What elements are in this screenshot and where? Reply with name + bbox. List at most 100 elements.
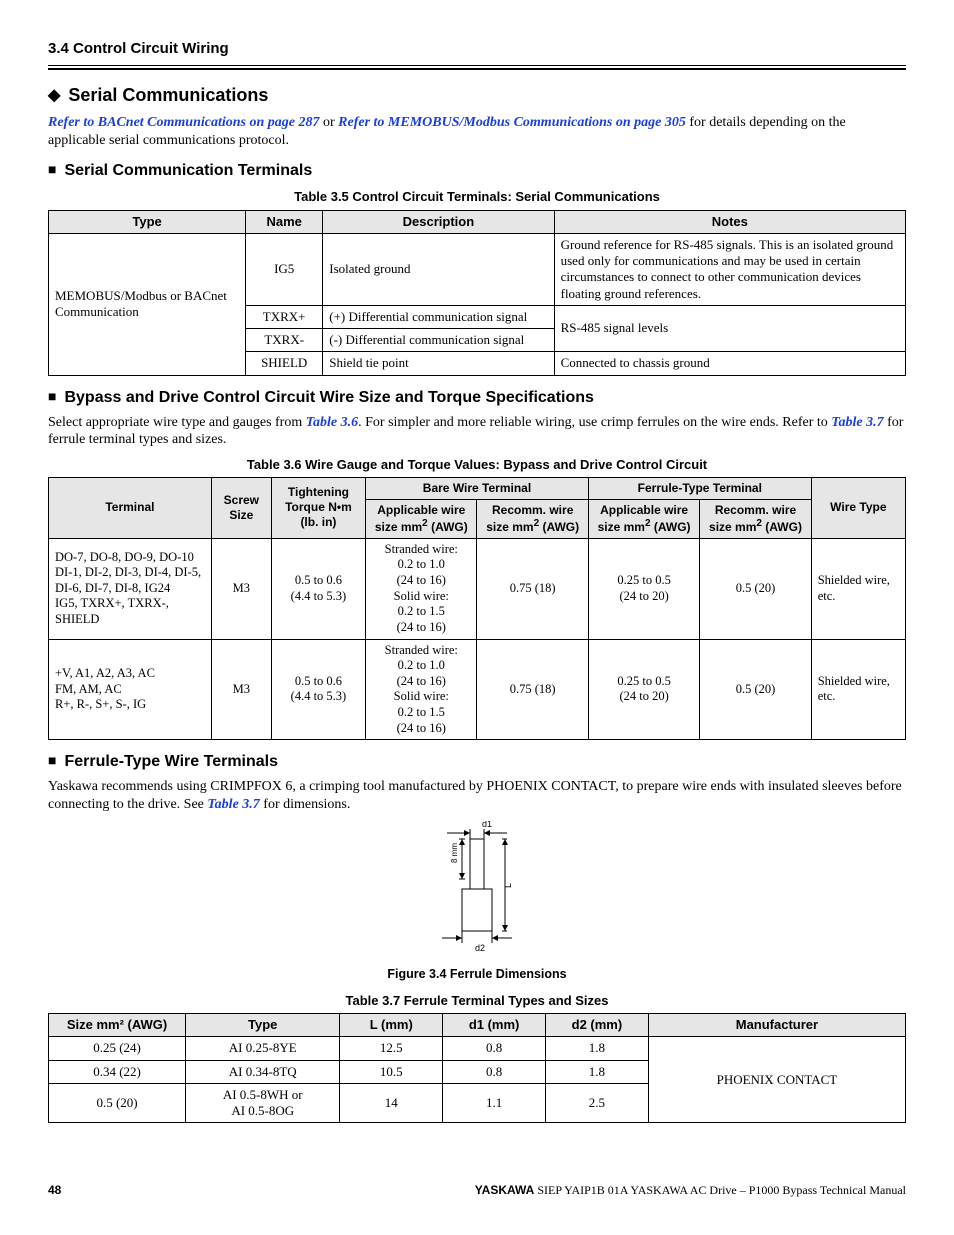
t35-type: MEMOBUS/Modbus or BACnet Communication xyxy=(49,233,246,375)
t37-r1-c0: 0.34 (22) xyxy=(49,1060,186,1083)
t37-r0-c4: 1.8 xyxy=(546,1037,649,1060)
heading-terminals: ■ Serial Communication Terminals xyxy=(48,161,906,181)
square-icon: ■ xyxy=(48,161,56,177)
ferrule-diagram: d1 d2 L 8 mm xyxy=(407,821,547,961)
t36-r1-barerec: 0.75 (18) xyxy=(477,639,588,740)
link-modbus[interactable]: Refer to MEMOBUS/Modbus Communications o… xyxy=(338,115,686,130)
t36-r0-term: DO-7, DO-8, DO-9, DO-10 DI-1, DI-2, DI-3… xyxy=(49,538,212,639)
section-header: 3.4 Control Circuit Wiring xyxy=(48,40,906,59)
t36-h-wiretype: Wire Type xyxy=(811,477,905,538)
t36-r0-bareapp: Stranded wire: 0.2 to 1.0 (24 to 16) Sol… xyxy=(366,538,477,639)
t35-r0-name: IG5 xyxy=(246,233,323,305)
t35-r2-desc: (-) Differential communication signal xyxy=(323,329,554,352)
p36b: . For simpler and more reliable wiring, … xyxy=(358,415,831,430)
link-bacnet[interactable]: Refer to BACnet Communications on page 2… xyxy=(48,115,319,130)
p36: Select appropriate wire type and gauges … xyxy=(48,414,906,449)
t37-h1: Type xyxy=(186,1014,340,1037)
intro-paragraph: Refer to BACnet Communications on page 2… xyxy=(48,114,906,149)
heading-ferrule: ■ Ferrule-Type Wire Terminals xyxy=(48,752,906,772)
t37-r2-c4: 2.5 xyxy=(546,1083,649,1123)
p37: Yaskawa recommends using CRIMPFOX 6, a c… xyxy=(48,778,906,813)
link-table36[interactable]: Table 3.6 xyxy=(306,415,358,430)
page-number: 48 xyxy=(48,1183,61,1198)
p37b: for dimensions. xyxy=(260,797,351,812)
t36-h-bare-rec: Recomm. wire size mm2 (AWG) xyxy=(477,499,588,538)
t37-r0-c3: 0.8 xyxy=(443,1037,546,1060)
h2c-text: Ferrule-Type Wire Terminals xyxy=(64,753,278,770)
p36a: Select appropriate wire type and gauges … xyxy=(48,415,306,430)
t36-r1-ferrapp: 0.25 to 0.5 (24 to 20) xyxy=(588,639,699,740)
t36-r0-screw: M3 xyxy=(211,538,271,639)
t36-r1-wt: Shielded wire, etc. xyxy=(811,639,905,740)
p37a: Yaskawa recommends using CRIMPFOX 6, a c… xyxy=(48,779,902,812)
t37-r2-c2: 14 xyxy=(340,1083,443,1123)
t36-h-torque: Tightening Torque N•m (lb. in) xyxy=(271,477,365,538)
t37-r1-c3: 0.8 xyxy=(443,1060,546,1083)
fig-d1-label: d1 xyxy=(482,821,492,829)
t35-h-type: Type xyxy=(49,210,246,233)
rule-thin xyxy=(48,65,906,66)
t37-r2-c1: AI 0.5-8WH or AI 0.5-8OG xyxy=(186,1083,340,1123)
table-row: +V, A1, A2, A3, AC FM, AM, AC R+, R-, S+… xyxy=(49,639,906,740)
t36-r0-torque: 0.5 to 0.6 (4.4 to 5.3) xyxy=(271,538,365,639)
t35-r3-desc: Shield tie point xyxy=(323,352,554,375)
table-37: Size mm² (AWG) Type L (mm) d1 (mm) d2 (m… xyxy=(48,1013,906,1123)
page-footer: 48 YASKAWA SIEP YAIP1B 01A YASKAWA AC Dr… xyxy=(48,1183,906,1198)
t35-r3-name: SHIELD xyxy=(246,352,323,375)
t35-r1-name: TXRX+ xyxy=(246,305,323,328)
t36-h-ferr-rec: Recomm. wire size mm2 (AWG) xyxy=(700,499,811,538)
t35-r0-notes: Ground reference for RS-485 signals. Thi… xyxy=(554,233,905,305)
diamond-icon: ◆ xyxy=(48,87,60,104)
h2a-text: Serial Communication Terminals xyxy=(64,162,312,179)
t35-r2-name: TXRX- xyxy=(246,329,323,352)
link-table37[interactable]: Table 3.7 xyxy=(831,415,883,430)
t36-h-ferr-app: Applicable wire size mm2 (AWG) xyxy=(588,499,699,538)
intro-mid: or xyxy=(319,115,338,130)
fig-d2-label: d2 xyxy=(475,943,485,953)
table-35: Type Name Description Notes MEMOBUS/Modb… xyxy=(48,210,906,376)
h1-text: Serial Communications xyxy=(68,85,268,105)
table-row: 0.25 (24) AI 0.25-8YE 12.5 0.8 1.8 PHOEN… xyxy=(49,1037,906,1060)
t36-r1-ferrrec: 0.5 (20) xyxy=(700,639,811,740)
rule-thick xyxy=(48,68,906,70)
t37-h5: Manufacturer xyxy=(648,1014,905,1037)
t37-r1-c2: 10.5 xyxy=(340,1060,443,1083)
t36-h-ferr: Ferrule-Type Terminal xyxy=(588,477,811,499)
t35-r1-desc: (+) Differential communication signal xyxy=(323,305,554,328)
t37-r2-c3: 1.1 xyxy=(443,1083,546,1123)
t37-manufacturer: PHOENIX CONTACT xyxy=(648,1037,905,1123)
footer-doc: YASKAWA SIEP YAIP1B 01A YASKAWA AC Drive… xyxy=(475,1183,906,1198)
t36-h-bare-app: Applicable wire size mm2 (AWG) xyxy=(366,499,477,538)
heading-wire-size: ■Bypass and Drive Control Circuit Wire S… xyxy=(48,388,906,408)
table-row: DO-7, DO-8, DO-9, DO-10 DI-1, DI-2, DI-3… xyxy=(49,538,906,639)
t36-r1-torque: 0.5 to 0.6 (4.4 to 5.3) xyxy=(271,639,365,740)
t37-r2-c0: 0.5 (20) xyxy=(49,1083,186,1123)
table37-caption: Table 3.7 Ferrule Terminal Types and Siz… xyxy=(48,993,906,1009)
t37-h3: d1 (mm) xyxy=(443,1014,546,1037)
t35-r1-notes: RS-485 signal levels xyxy=(554,305,905,352)
t35-h-desc: Description xyxy=(323,210,554,233)
t37-r1-c1: AI 0.34-8TQ xyxy=(186,1060,340,1083)
heading-serial-comm: ◆ Serial Communications xyxy=(48,84,906,107)
t37-r1-c4: 1.8 xyxy=(546,1060,649,1083)
t36-r1-bareapp: Stranded wire: 0.2 to 1.0 (24 to 16) Sol… xyxy=(366,639,477,740)
fig34-caption: Figure 3.4 Ferrule Dimensions xyxy=(48,967,906,983)
t35-r3-notes: Connected to chassis ground xyxy=(554,352,905,375)
table35-caption: Table 3.5 Control Circuit Terminals: Ser… xyxy=(48,189,906,205)
t37-r0-c2: 12.5 xyxy=(340,1037,443,1060)
t36-h-terminal: Terminal xyxy=(49,477,212,538)
table36-caption: Table 3.6 Wire Gauge and Torque Values: … xyxy=(48,457,906,473)
t35-h-name: Name xyxy=(246,210,323,233)
t36-r0-wt: Shielded wire, etc. xyxy=(811,538,905,639)
square-icon: ■ xyxy=(48,752,56,768)
link-table37b[interactable]: Table 3.7 xyxy=(207,797,259,812)
t37-r0-c0: 0.25 (24) xyxy=(49,1037,186,1060)
t36-h-bare: Bare Wire Terminal xyxy=(366,477,589,499)
t35-h-notes: Notes xyxy=(554,210,905,233)
t37-h2: L (mm) xyxy=(340,1014,443,1037)
table-36: Terminal Screw Size Tightening Torque N•… xyxy=(48,477,906,741)
t35-r0-desc: Isolated ground xyxy=(323,233,554,305)
t36-r0-ferrrec: 0.5 (20) xyxy=(700,538,811,639)
t36-r0-barerec: 0.75 (18) xyxy=(477,538,588,639)
h2b-text: Bypass and Drive Control Circuit Wire Si… xyxy=(64,389,593,406)
